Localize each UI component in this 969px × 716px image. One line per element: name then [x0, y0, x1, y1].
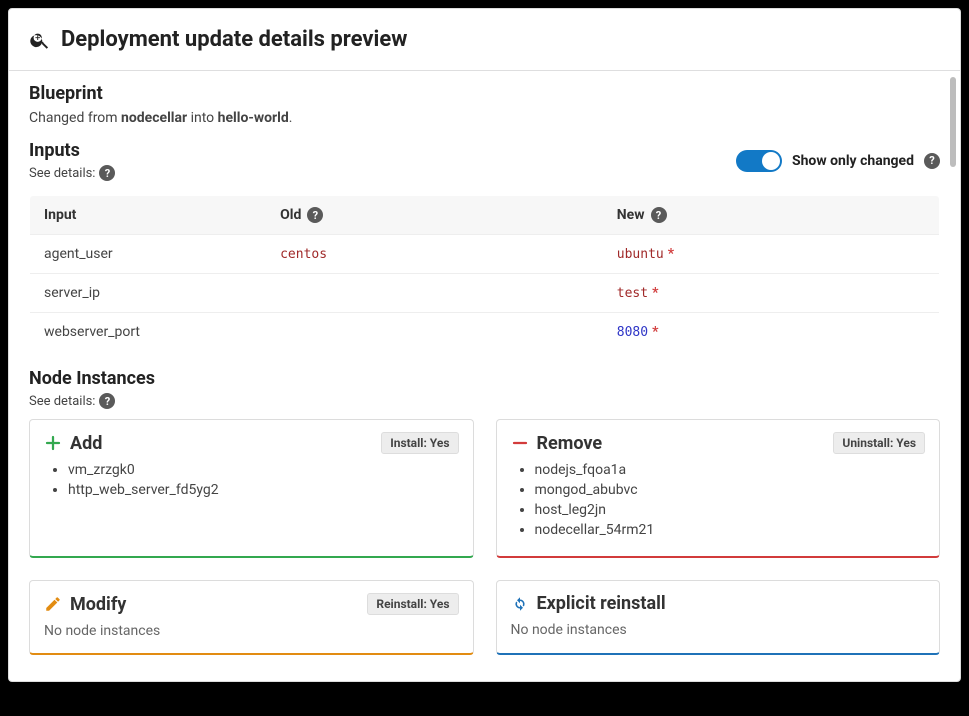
card-remove: Remove Uninstall: Yes nodejs_fqoa1amongo…: [496, 419, 941, 558]
inputs-header-row: Input Old? New?: [30, 196, 940, 235]
cell-new: test*: [603, 274, 940, 313]
modal-header: Deployment update details preview: [9, 9, 960, 71]
cell-name: agent_user: [30, 235, 267, 274]
help-icon[interactable]: ?: [307, 207, 323, 223]
cell-name: server_ip: [30, 274, 267, 313]
changed-marker: *: [652, 324, 658, 340]
section-node-instances: Node Instances See details: ?: [9, 356, 960, 411]
edit-icon: [44, 595, 62, 613]
modal-container: Deployment update details preview Bluepr…: [8, 8, 961, 682]
section-blueprint: Blueprint Changed from nodecellar into h…: [9, 71, 960, 128]
card-add-list: vm_zrzgk0 http_web_server_fd5yg2: [44, 462, 459, 498]
inputs-table: Input Old? New? agent_usercentosubuntu*s…: [29, 195, 940, 352]
cell-name: webserver_port: [30, 313, 267, 352]
card-add: Add Install: Yes vm_zrzgk0 http_web_serve…: [29, 419, 474, 558]
card-modify: Modify Reinstall: Yes No node instances: [29, 580, 474, 655]
card-remove-badge: Uninstall: Yes: [833, 432, 925, 454]
list-item: nodejs_fqoa1a: [535, 462, 926, 478]
card-add-badge: Install: Yes: [381, 432, 458, 454]
card-explicit-empty: No node instances: [511, 622, 926, 638]
cell-new: 8080*: [603, 313, 940, 352]
card-modify-empty: No node instances: [44, 623, 459, 639]
blueprint-to: hello-world: [218, 110, 289, 126]
node-instance-cards: Add Install: Yes vm_zrzgk0 http_web_serve…: [9, 411, 960, 667]
card-add-title: Add: [70, 433, 102, 454]
blueprint-change-text: Changed from nodecellar into hello-world…: [29, 110, 940, 126]
card-explicit-title: Explicit reinstall: [537, 593, 666, 614]
inputs-see-details: See details: ?: [29, 165, 115, 181]
col-input: Input: [30, 196, 267, 235]
plus-icon: [44, 434, 62, 452]
list-item: nodecellar_54rm21: [535, 522, 926, 538]
node-instances-see-details: See details: ?: [29, 393, 940, 409]
toggle-label: Show only changed: [792, 153, 914, 169]
blueprint-heading: Blueprint: [29, 83, 940, 104]
help-icon[interactable]: ?: [651, 207, 667, 223]
list-item: mongod_abubvc: [535, 482, 926, 498]
help-icon[interactable]: ?: [99, 165, 115, 181]
minus-icon: [511, 434, 529, 452]
changed-marker: *: [652, 285, 658, 301]
inputs-heading: Inputs: [29, 140, 115, 161]
card-remove-list: nodejs_fqoa1a mongod_abubvc host_leg2jnnod…: [511, 462, 926, 538]
changed-marker: *: [668, 246, 674, 262]
refresh-icon: [511, 595, 529, 613]
col-old: Old?: [266, 196, 603, 235]
modal-title: Deployment update details preview: [61, 27, 407, 52]
table-row: agent_usercentosubuntu*: [30, 235, 940, 274]
col-new: New?: [603, 196, 940, 235]
help-icon[interactable]: ?: [924, 153, 940, 169]
section-inputs: Inputs See details: ? Show only changed …: [9, 128, 960, 183]
card-explicit-reinstall: Explicit reinstall No node instances: [496, 580, 941, 655]
help-icon[interactable]: ?: [99, 393, 115, 409]
card-remove-title: Remove: [537, 433, 603, 454]
blueprint-from: nodecellar: [121, 110, 187, 126]
table-row: server_ip test*: [30, 274, 940, 313]
modal-body: Blueprint Changed from nodecellar into h…: [9, 71, 960, 681]
zoom-in-icon: [29, 29, 51, 51]
list-item: vm_zrzgk0: [68, 462, 459, 478]
show-only-changed-wrap: Show only changed ?: [736, 150, 940, 172]
card-modify-badge: Reinstall: Yes: [367, 593, 458, 615]
card-modify-title: Modify: [70, 594, 126, 615]
node-instances-heading: Node Instances: [29, 368, 940, 389]
cell-old: [266, 274, 603, 313]
show-only-changed-toggle[interactable]: [736, 150, 782, 172]
list-item: http_web_server_fd5yg2: [68, 482, 459, 498]
cell-old: centos: [266, 235, 603, 274]
scrollbar-thumb[interactable]: [950, 77, 956, 167]
cell-new: ubuntu*: [603, 235, 940, 274]
list-item: host_leg2jn: [535, 502, 926, 518]
table-row: webserver_port 8080*: [30, 313, 940, 352]
cell-old: [266, 313, 603, 352]
